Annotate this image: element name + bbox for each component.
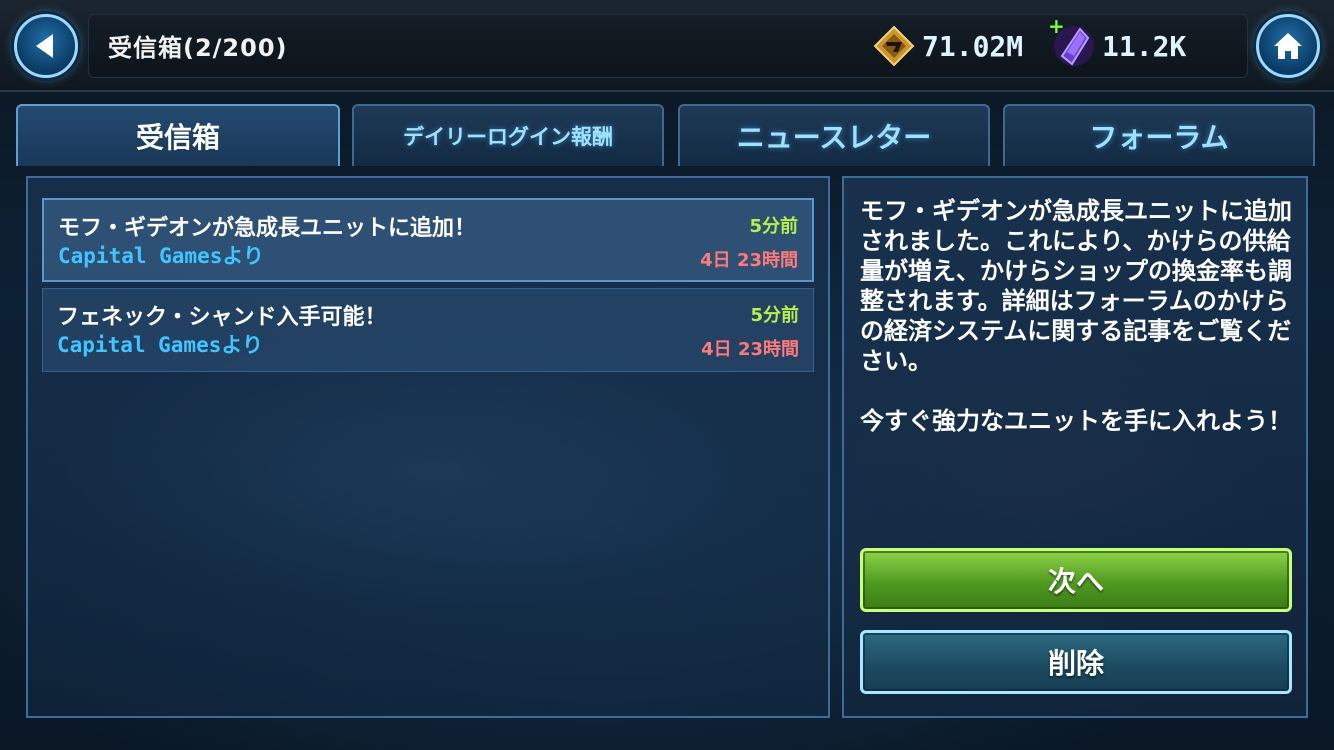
message-sender: Capital Gamesより — [58, 244, 264, 268]
message-subject: モフ・ギデオンが急成長ユニットに追加！ — [58, 216, 477, 241]
message-expiry: 4日 23時間 — [701, 339, 799, 360]
tab-daily-login-rewards[interactable]: デイリーログイン報酬 — [352, 104, 664, 166]
home-button[interactable] — [1256, 14, 1320, 78]
credits-display: 71.02M — [872, 24, 1023, 68]
message-age: 5分前 — [750, 305, 799, 326]
home-icon — [1274, 33, 1302, 59]
message-item[interactable]: フェネック・シャンド入手可能！ Capital Gamesより 5分前 4日 2… — [42, 288, 814, 372]
crystals-display[interactable]: 11.2K — [1052, 24, 1186, 68]
message-age: 5分前 — [749, 216, 798, 237]
credits-amount: 71.02M — [922, 29, 1024, 63]
crystal-icon — [1052, 24, 1096, 68]
message-sender: Capital Gamesより — [57, 333, 263, 357]
tab-forum[interactable]: フォーラム — [1003, 104, 1315, 166]
page-title: 受信箱(2/200) — [108, 34, 288, 62]
tab-inbox[interactable]: 受信箱 — [16, 104, 340, 166]
next-button[interactable]: 次へ — [860, 548, 1292, 612]
message-body: モフ・ギデオンが急成長ユニットに追加されました。これにより、かけらの供給量が増え… — [860, 197, 1292, 435]
delete-button[interactable]: 削除 — [860, 630, 1292, 694]
message-expiry: 4日 23時間 — [700, 250, 798, 271]
message-subject: フェネック・シャンド入手可能！ — [57, 305, 387, 330]
back-arrow-icon — [36, 34, 53, 58]
crystals-amount: 11.2K — [1102, 29, 1187, 63]
credits-icon — [872, 24, 916, 68]
back-button[interactable] — [14, 14, 78, 78]
message-detail-panel: モフ・ギデオンが急成長ユニットに追加されました。これにより、かけらの供給量が増え… — [842, 176, 1308, 718]
message-item[interactable]: モフ・ギデオンが急成長ユニットに追加！ Capital Gamesより 5分前 … — [42, 198, 814, 282]
message-list: モフ・ギデオンが急成長ユニットに追加！ Capital Gamesより 5分前 … — [26, 176, 830, 718]
tab-newsletter[interactable]: ニュースレター — [678, 104, 990, 166]
